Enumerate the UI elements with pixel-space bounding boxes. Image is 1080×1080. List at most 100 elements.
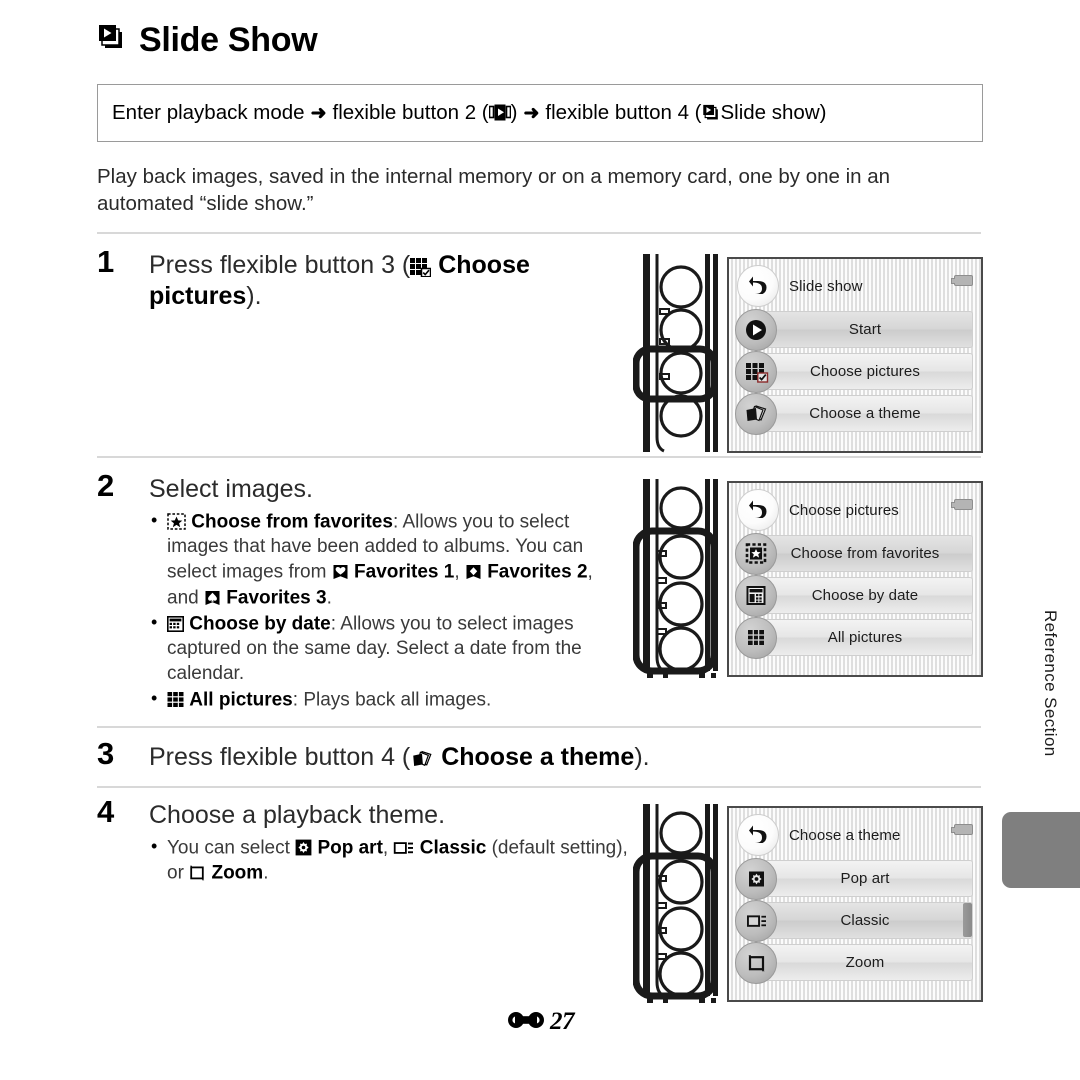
menu-row-classic[interactable]: Classic bbox=[735, 899, 977, 942]
step-3-text-bold: Choose a theme bbox=[441, 743, 635, 771]
slide-show-icon bbox=[702, 101, 721, 125]
screen-2-title-bar: Choose pictures bbox=[737, 489, 977, 531]
step-2-number: 2 bbox=[97, 468, 115, 503]
menu-row-classic-label: Classic bbox=[840, 912, 890, 929]
menu-row-pop-art[interactable]: Pop art bbox=[735, 857, 977, 900]
menu-row-choose-by-date-label: Choose by date bbox=[811, 587, 919, 604]
menu-row-choose-pictures[interactable]: Choose pictures bbox=[735, 350, 977, 393]
favorites-1-heart-icon bbox=[332, 560, 349, 585]
classic-icon bbox=[393, 836, 414, 861]
choose-by-date-icon bbox=[167, 612, 184, 637]
divider-1 bbox=[97, 232, 981, 234]
breadcrumb-arrow-1: ➜ bbox=[310, 102, 327, 124]
step-1-number: 1 bbox=[97, 244, 115, 279]
side-tab-marker bbox=[1002, 812, 1080, 888]
camera-buttons-diagram-1 bbox=[633, 252, 721, 455]
page-title-text: Slide Show bbox=[139, 20, 318, 59]
zoom-icon bbox=[735, 941, 777, 984]
menu-row-choose-a-theme-label: Choose a theme bbox=[809, 405, 921, 422]
bullet-all-pictures: All pictures: Plays back all images. bbox=[149, 687, 617, 713]
step-4-number: 4 bbox=[97, 794, 115, 829]
breadcrumb-part-5: Slide show) bbox=[720, 101, 827, 124]
battery-indicator-icon bbox=[951, 824, 973, 835]
menu-row-zoom[interactable]: Zoom bbox=[735, 941, 977, 984]
bullet-4-text-post: . bbox=[263, 862, 269, 884]
page-title: Slide Show bbox=[97, 20, 318, 59]
scrollbar-thumb[interactable] bbox=[963, 903, 972, 937]
zoom-icon bbox=[189, 861, 206, 886]
pop-art-label: Pop art bbox=[317, 837, 383, 859]
step-2-heading: Select images. bbox=[149, 475, 313, 503]
slide-show-screen: Slide show Start Choose pictures Choose … bbox=[727, 257, 983, 453]
step-4-heading: Choose a playback theme. bbox=[149, 801, 446, 829]
screen-2-title: Choose pictures bbox=[789, 501, 899, 519]
all-pictures-icon bbox=[167, 688, 184, 713]
choose-pictures-icon bbox=[410, 251, 432, 281]
step-3-text-pre: Press flexible button 4 ( bbox=[149, 743, 411, 771]
favorites-2-diamond-icon bbox=[465, 560, 482, 585]
sep-1: , bbox=[382, 837, 394, 859]
all-pictures-icon bbox=[735, 616, 777, 659]
bullet-choose-from-favorites: Choose from favorites: Allows you to sel… bbox=[149, 509, 617, 611]
screen-3-title-bar: Choose a theme bbox=[737, 814, 977, 856]
menu-row-zoom-label: Zoom bbox=[845, 954, 885, 971]
slide-show-icon bbox=[97, 22, 127, 57]
camera-buttons-diagram-3 bbox=[633, 802, 721, 1005]
screen-1-title-bar: Slide show bbox=[737, 265, 977, 307]
step-4-bullets: You can select Pop art, Classic (default… bbox=[149, 835, 637, 887]
screen-1-title: Slide show bbox=[789, 277, 863, 295]
back-button[interactable] bbox=[737, 814, 779, 856]
playback-menu-icon bbox=[488, 101, 511, 125]
bullet-3-bold: All pictures bbox=[189, 689, 293, 711]
breadcrumb: Enter playback mode ➜ flexible button 2 … bbox=[97, 84, 983, 142]
back-button[interactable] bbox=[737, 489, 779, 531]
choose-a-theme-icon bbox=[410, 743, 434, 773]
choose-from-favorites-icon bbox=[167, 510, 186, 535]
step-3-number: 3 bbox=[97, 736, 115, 771]
classic-label: Classic bbox=[419, 837, 487, 859]
choose-a-theme-icon bbox=[735, 392, 777, 435]
divider-3 bbox=[97, 726, 981, 728]
battery-indicator-icon bbox=[951, 275, 973, 286]
breadcrumb-part-3: ) bbox=[510, 101, 518, 124]
breadcrumb-part-2: flexible button 2 ( bbox=[332, 101, 489, 124]
menu-row-start[interactable]: Start bbox=[735, 308, 977, 351]
divider-2 bbox=[97, 456, 981, 458]
pop-art-icon bbox=[295, 836, 312, 861]
menu-row-all-pictures[interactable]: All pictures bbox=[735, 616, 977, 659]
reference-section-symbol bbox=[506, 1009, 546, 1036]
back-button[interactable] bbox=[737, 265, 779, 307]
bullet-choose-by-date: Choose by date: Allows you to select ima… bbox=[149, 611, 617, 687]
menu-row-choose-pictures-label: Choose pictures bbox=[810, 363, 920, 380]
pop-art-icon bbox=[735, 857, 777, 900]
breadcrumb-arrow-2: ➜ bbox=[523, 102, 540, 124]
menu-row-all-pictures-label: All pictures bbox=[827, 629, 903, 646]
step-1-text-pre: Press flexible button 3 ( bbox=[149, 251, 411, 279]
page-number: 27 bbox=[550, 1008, 575, 1035]
zoom-label: Zoom bbox=[211, 862, 264, 884]
choose-a-theme-screen: Choose a theme Pop art Classic Zoom bbox=[727, 806, 983, 1002]
favorites-1-label: Favorites 1 bbox=[354, 561, 455, 583]
choose-by-date-icon bbox=[735, 574, 777, 617]
menu-row-pop-art-label: Pop art bbox=[840, 870, 890, 887]
favorites-2-label: Favorites 2 bbox=[487, 561, 588, 583]
divider-4 bbox=[97, 786, 981, 788]
camera-buttons-diagram-2 bbox=[633, 477, 721, 680]
bullet-2-bold: Choose by date bbox=[189, 613, 331, 635]
breadcrumb-part-1: Enter playback mode bbox=[112, 101, 305, 124]
menu-row-start-label: Start bbox=[848, 321, 882, 338]
manual-page: Slide Show Enter playback mode ➜ flexibl… bbox=[0, 0, 1080, 1080]
favorites-3-spade-icon bbox=[204, 586, 221, 611]
screen-3-title: Choose a theme bbox=[789, 826, 901, 844]
menu-row-choose-by-date[interactable]: Choose by date bbox=[735, 574, 977, 617]
intro-paragraph: Play back images, saved in the internal … bbox=[97, 165, 891, 216]
step-1-text-post: ). bbox=[246, 282, 262, 311]
bullet-1-bold: Choose from favorites bbox=[191, 511, 393, 533]
favorites-3-label: Favorites 3 bbox=[226, 586, 327, 608]
menu-row-choose-from-favorites[interactable]: Choose from favorites bbox=[735, 532, 977, 575]
menu-row-choose-a-theme[interactable]: Choose a theme bbox=[735, 392, 977, 435]
bullet-themes: You can select Pop art, Classic (default… bbox=[149, 835, 637, 887]
step-3-text-post: ). bbox=[634, 743, 650, 771]
side-tab-label: Reference Section bbox=[1041, 610, 1060, 757]
bullet-4-text-pre: You can select bbox=[167, 837, 296, 859]
